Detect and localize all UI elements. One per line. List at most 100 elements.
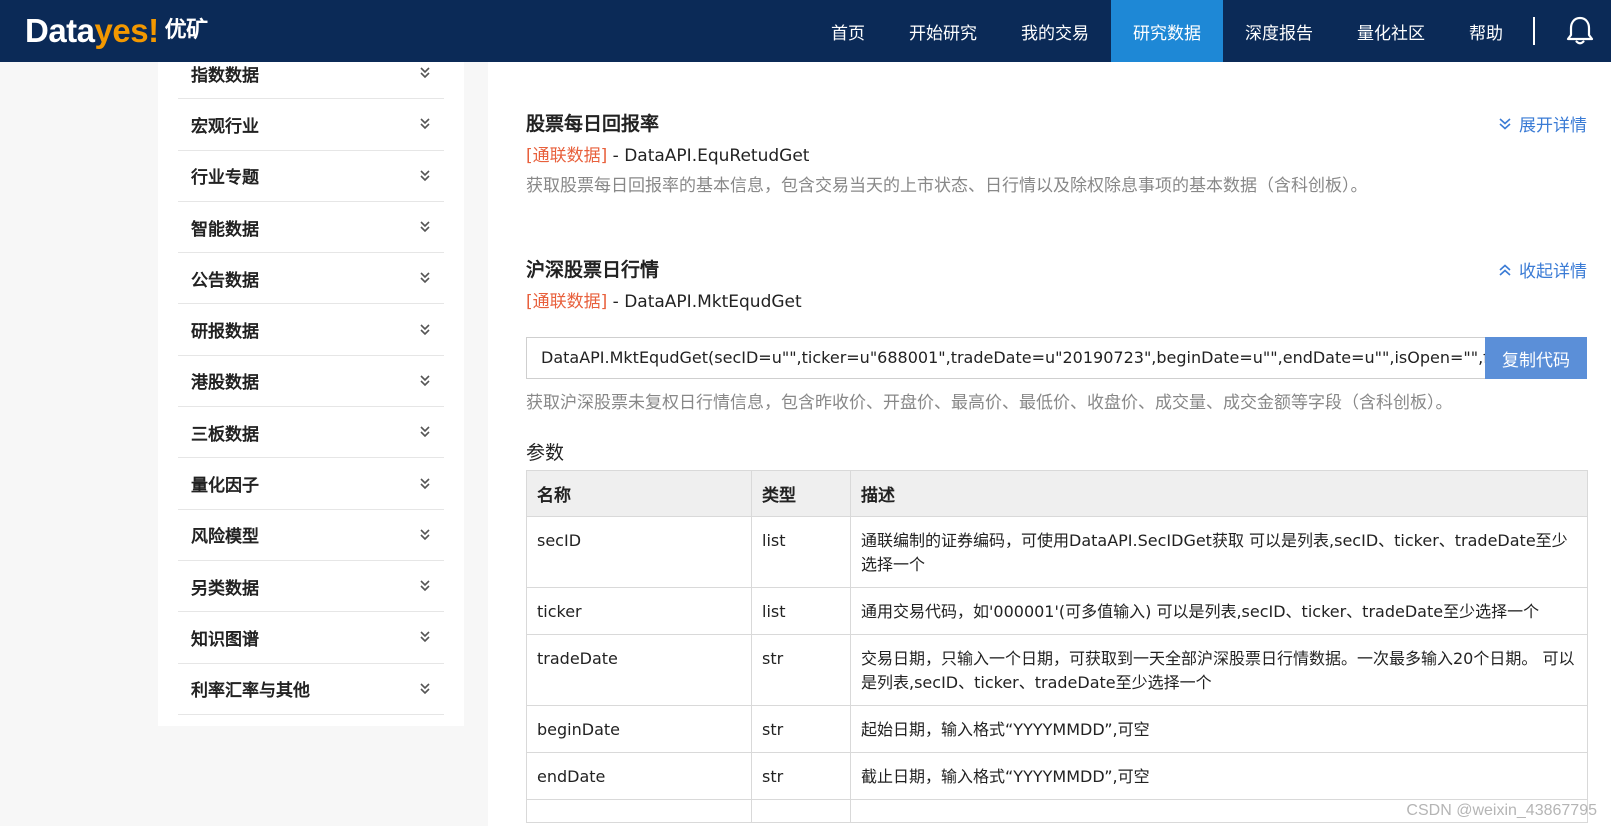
sidebar-item-label: 利率汇率与其他 bbox=[191, 681, 310, 702]
sidebar-item-research-reports[interactable]: 研报数据 bbox=[178, 304, 444, 356]
sidebar-item-third-board[interactable]: 三板数据 bbox=[178, 407, 444, 459]
param-description: 起始日期，输入格式“YYYYMMDD”,可空 bbox=[850, 705, 1588, 753]
table-row: beginDate str 起始日期，输入格式“YYYYMMDD”,可空 bbox=[526, 705, 1588, 753]
column-header-type: 类型 bbox=[751, 470, 851, 517]
param-name: secID bbox=[526, 516, 752, 588]
chevron-double-down-icon bbox=[420, 67, 430, 79]
api-source-line: [通联数据] - DataAPI.EquRetudGet bbox=[526, 141, 809, 166]
chevron-double-down-icon bbox=[420, 324, 430, 335]
sidebar-item-quant-factors[interactable]: 量化因子 bbox=[178, 458, 444, 510]
sidebar-item-label: 行业专题 bbox=[191, 168, 259, 189]
source-tag: [通联数据] bbox=[526, 146, 608, 166]
nav-item-deep-reports[interactable]: 深度报告 bbox=[1223, 0, 1335, 62]
sidebar-item-label: 知识图谱 bbox=[191, 629, 259, 650]
chevron-double-down-icon bbox=[420, 580, 430, 592]
api-function-name: - DataAPI.MktEqudGet bbox=[607, 292, 802, 312]
sidebar-item-index-data[interactable]: 指数数据 bbox=[178, 48, 444, 100]
chevron-double-down-icon bbox=[420, 118, 430, 130]
nav-item-my-trades[interactable]: 我的交易 bbox=[999, 0, 1111, 62]
dataqes-logo[interactable]: Data yes! 优矿 bbox=[25, 12, 208, 50]
api-function-name: - DataAPI.EquRetudGet bbox=[607, 146, 810, 166]
sidebar-item-label: 智能数据 bbox=[191, 219, 259, 240]
sidebar-item-announcements[interactable]: 公告数据 bbox=[178, 253, 444, 305]
chevron-double-down-icon bbox=[420, 170, 430, 181]
param-type: list bbox=[751, 516, 851, 588]
table-row: tradeDate str 交易日期，只输入一个日期，可获取到一天全部沪深股票日… bbox=[526, 634, 1588, 706]
param-description: 通联编制的证券编码，可使用DataAPI.SecIDGet获取 可以是列表,se… bbox=[850, 516, 1588, 588]
table-header-row: 名称 类型 描述 bbox=[526, 470, 1588, 517]
param-name bbox=[526, 799, 752, 823]
category-sidebar: 指数数据 宏观行业 行业专题 智能数据 公告数据 研报数据 港股数据 三板数据 bbox=[158, 62, 464, 726]
table-row: endDate str 截止日期，输入格式“YYYYMMDD”,可空 bbox=[526, 752, 1588, 800]
code-snippet-row: DataAPI.MktEqudGet(secID=u"",ticker=u"68… bbox=[526, 337, 1587, 379]
chevron-double-down-icon bbox=[420, 272, 430, 284]
param-type: str bbox=[751, 705, 851, 753]
nav-item-help[interactable]: 帮助 bbox=[1447, 0, 1525, 62]
param-type: str bbox=[751, 634, 851, 706]
sidebar-item-label: 港股数据 bbox=[191, 373, 259, 394]
param-name: endDate bbox=[526, 752, 752, 800]
code-snippet-field[interactable]: DataAPI.MktEqudGet(secID=u"",ticker=u"68… bbox=[526, 337, 1485, 379]
logo-text-part2: yes! bbox=[94, 12, 160, 49]
sidebar-item-label: 风险模型 bbox=[191, 527, 259, 548]
expand-details-link[interactable]: 展开详情 bbox=[1499, 111, 1587, 136]
param-description: 通用交易代码，如'000001'(可多值输入) 可以是列表,secID、tick… bbox=[850, 587, 1588, 635]
sidebar-item-label: 量化因子 bbox=[191, 476, 259, 497]
sidebar-item-knowledge-graph[interactable]: 知识图谱 bbox=[178, 612, 444, 664]
bell-icon[interactable] bbox=[1549, 0, 1611, 62]
chevron-double-down-icon bbox=[420, 375, 430, 387]
chevron-double-down-icon bbox=[420, 683, 430, 694]
nav-item-research-data[interactable]: 研究数据 bbox=[1111, 0, 1223, 62]
sidebar-item-macro-industry[interactable]: 宏观行业 bbox=[178, 99, 444, 151]
sidebar-item-alternative-data[interactable]: 另类数据 bbox=[178, 561, 444, 613]
api-title-mkt-equd: 沪深股票日行情 bbox=[526, 259, 660, 281]
sidebar-item-label: 三板数据 bbox=[191, 424, 259, 445]
api-description: 获取沪深股票未复权日行情信息，包含昨收价、开盘价、最高价、最低价、收盘价、成交量… bbox=[526, 393, 1453, 413]
param-description: 交易日期，只输入一个日期，可获取到一天全部沪深股票日行情数据。一次最多输入20个… bbox=[850, 634, 1588, 706]
main-nav: 首页 开始研究 我的交易 研究数据 深度报告 量化社区 帮助 bbox=[809, 0, 1611, 62]
param-description: 截止日期，输入格式“YYYYMMDD”,可空 bbox=[850, 752, 1588, 800]
param-type bbox=[751, 799, 851, 823]
nav-item-home[interactable]: 首页 bbox=[809, 0, 887, 62]
sidebar-item-label: 另类数据 bbox=[191, 578, 259, 599]
params-table: 名称 类型 描述 secID list 通联编制的证券编码，可使用DataAPI… bbox=[526, 470, 1588, 823]
collapse-details-label: 收起详情 bbox=[1519, 262, 1587, 282]
sidebar-item-industry-topics[interactable]: 行业专题 bbox=[178, 151, 444, 202]
table-row: ticker list 通用交易代码，如'000001'(可多值输入) 可以是列… bbox=[526, 587, 1588, 635]
logo-text-cn: 优矿 bbox=[164, 18, 209, 43]
column-header-name: 名称 bbox=[526, 470, 752, 517]
source-tag: [通联数据] bbox=[526, 292, 608, 312]
chevron-double-down-icon bbox=[420, 477, 430, 489]
api-description: 获取股票每日回报率的基本信息，包含交易当天的上市状态、日行情以及除权除息事项的基… bbox=[526, 176, 1368, 196]
sidebar-item-label: 研报数据 bbox=[191, 322, 259, 343]
chevron-double-down-icon bbox=[420, 426, 430, 438]
chevron-double-down-icon bbox=[420, 221, 430, 233]
sidebar-item-label: 宏观行业 bbox=[191, 116, 259, 137]
chevron-double-down-icon bbox=[420, 631, 430, 643]
param-name: beginDate bbox=[526, 705, 752, 753]
api-source-line: [通联数据] - DataAPI.MktEqudGet bbox=[526, 287, 802, 312]
sidebar-item-label: 公告数据 bbox=[191, 270, 259, 291]
table-row: secID list 通联编制的证券编码，可使用DataAPI.SecIDGet… bbox=[526, 516, 1588, 588]
param-type: str bbox=[751, 752, 851, 800]
api-title-equ-retud: 股票每日回报率 bbox=[526, 113, 660, 135]
param-name: tradeDate bbox=[526, 634, 752, 706]
sidebar-item-rates-fx-other[interactable]: 利率汇率与其他 bbox=[178, 664, 444, 715]
params-heading: 参数 bbox=[526, 442, 565, 464]
sidebar-item-label: 指数数据 bbox=[191, 65, 259, 86]
chevron-double-down-icon bbox=[420, 529, 430, 540]
collapse-details-link[interactable]: 收起详情 bbox=[1499, 257, 1587, 282]
sidebar-item-hk-stocks[interactable]: 港股数据 bbox=[178, 356, 444, 408]
nav-divider bbox=[1533, 17, 1535, 45]
nav-item-start-research[interactable]: 开始研究 bbox=[887, 0, 999, 62]
nav-item-quant-community[interactable]: 量化社区 bbox=[1335, 0, 1447, 62]
param-type: list bbox=[751, 587, 851, 635]
copy-code-button[interactable]: 复制代码 bbox=[1485, 337, 1587, 379]
api-detail-panel: 股票每日回报率 展开详情 [通联数据] - DataAPI.EquRetudGe… bbox=[488, 62, 1611, 826]
expand-details-label: 展开详情 bbox=[1519, 116, 1587, 136]
sidebar-item-risk-models[interactable]: 风险模型 bbox=[178, 510, 444, 561]
chevron-double-up-icon bbox=[1499, 263, 1511, 276]
sidebar-item-smart-data[interactable]: 智能数据 bbox=[178, 202, 444, 254]
watermark-text: CSDN @weixin_43867795 bbox=[1406, 802, 1597, 819]
category-list: 指数数据 宏观行业 行业专题 智能数据 公告数据 研报数据 港股数据 三板数据 bbox=[178, 48, 444, 715]
